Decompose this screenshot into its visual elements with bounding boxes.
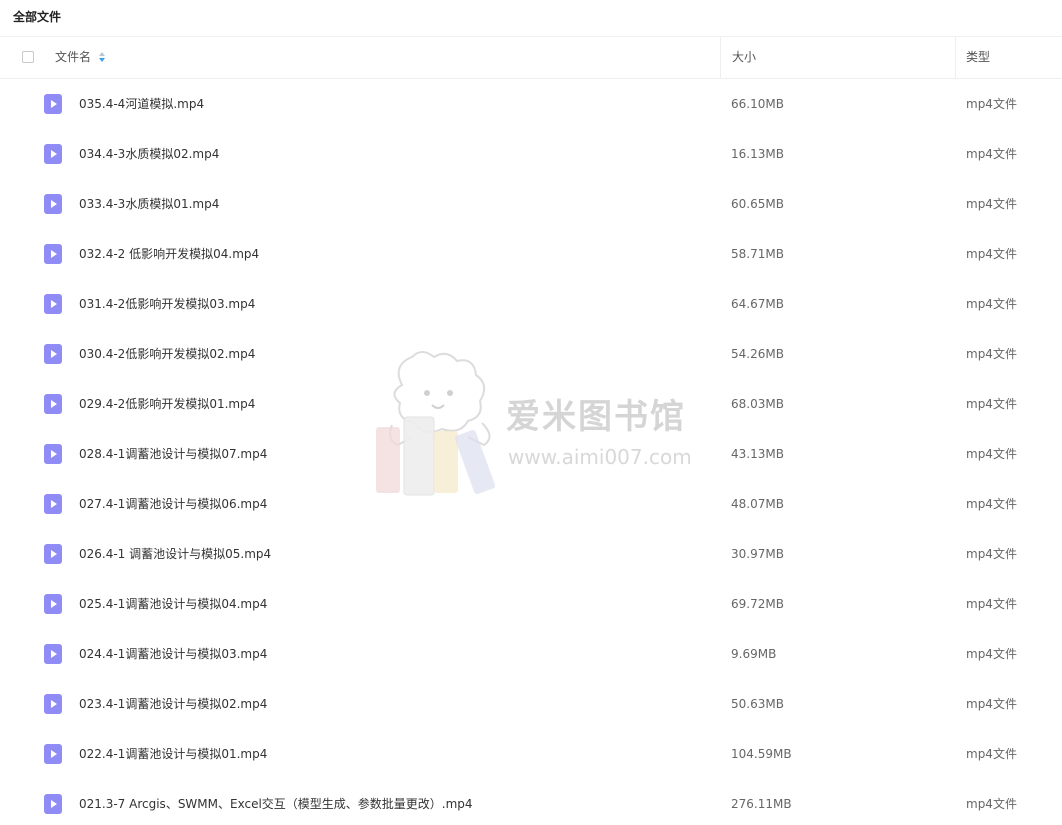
- file-list-page: 全部文件 文件名 大小 类型 035.4-4河道模拟.mp4 66.10MB m…: [0, 0, 1062, 825]
- file-type: mp4文件: [966, 797, 1017, 811]
- file-name[interactable]: 027.4-1调蓄池设计与模拟06.mp4: [79, 479, 267, 529]
- file-type: mp4文件: [966, 397, 1017, 411]
- video-file-icon: [44, 544, 62, 564]
- file-size: 69.72MB: [731, 597, 784, 611]
- table-row[interactable]: 021.3-7 Arcgis、SWMM、Excel交互（模型生成、参数批量更改）…: [0, 779, 1062, 825]
- file-name[interactable]: 024.4-1调蓄池设计与模拟03.mp4: [79, 629, 267, 679]
- table-row[interactable]: 025.4-1调蓄池设计与模拟04.mp4 69.72MB mp4文件: [0, 579, 1062, 629]
- file-name[interactable]: 030.4-2低影响开发模拟02.mp4: [79, 329, 255, 379]
- file-type: mp4文件: [966, 647, 1017, 661]
- file-name[interactable]: 032.4-2 低影响开发模拟04.mp4: [79, 229, 259, 279]
- video-file-icon: [44, 594, 62, 614]
- file-name[interactable]: 035.4-4河道模拟.mp4: [79, 79, 204, 129]
- table-row[interactable]: 035.4-4河道模拟.mp4 66.10MB mp4文件: [0, 79, 1062, 129]
- file-size: 68.03MB: [731, 397, 784, 411]
- file-name[interactable]: 028.4-1调蓄池设计与模拟07.mp4: [79, 429, 267, 479]
- file-type: mp4文件: [966, 697, 1017, 711]
- video-file-icon: [44, 494, 62, 514]
- file-size: 43.13MB: [731, 447, 784, 461]
- file-type: mp4文件: [966, 597, 1017, 611]
- video-file-icon: [44, 444, 62, 464]
- file-type: mp4文件: [966, 347, 1017, 361]
- table-row[interactable]: 031.4-2低影响开发模拟03.mp4 64.67MB mp4文件: [0, 279, 1062, 329]
- column-header-type-label: 类型: [966, 50, 991, 64]
- sort-icon[interactable]: [99, 51, 106, 62]
- file-list: 035.4-4河道模拟.mp4 66.10MB mp4文件 034.4-3水质模…: [0, 79, 1062, 825]
- column-header-type[interactable]: 类型: [955, 37, 1062, 78]
- file-size: 58.71MB: [731, 247, 784, 261]
- select-all-checkbox[interactable]: [22, 51, 34, 63]
- file-size: 54.26MB: [731, 347, 784, 361]
- video-file-icon: [44, 794, 62, 814]
- table-row[interactable]: 030.4-2低影响开发模拟02.mp4 54.26MB mp4文件: [0, 329, 1062, 379]
- file-name[interactable]: 026.4-1 调蓄池设计与模拟05.mp4: [79, 529, 271, 579]
- column-header-size-label: 大小: [732, 50, 757, 64]
- file-name[interactable]: 025.4-1调蓄池设计与模拟04.mp4: [79, 579, 267, 629]
- file-name[interactable]: 029.4-2低影响开发模拟01.mp4: [79, 379, 255, 429]
- file-name[interactable]: 023.4-1调蓄池设计与模拟02.mp4: [79, 679, 267, 729]
- video-file-icon: [44, 644, 62, 664]
- file-type: mp4文件: [966, 197, 1017, 211]
- table-row[interactable]: 034.4-3水质模拟02.mp4 16.13MB mp4文件: [0, 129, 1062, 179]
- table-row[interactable]: 033.4-3水质模拟01.mp4 60.65MB mp4文件: [0, 179, 1062, 229]
- video-file-icon: [44, 94, 62, 114]
- file-type: mp4文件: [966, 97, 1017, 111]
- file-name[interactable]: 031.4-2低影响开发模拟03.mp4: [79, 279, 255, 329]
- video-file-icon: [44, 294, 62, 314]
- breadcrumb-all-files[interactable]: 全部文件: [13, 10, 61, 24]
- table-row[interactable]: 024.4-1调蓄池设计与模拟03.mp4 9.69MB mp4文件: [0, 629, 1062, 679]
- file-size: 64.67MB: [731, 297, 784, 311]
- video-file-icon: [44, 244, 62, 264]
- file-size: 16.13MB: [731, 147, 784, 161]
- video-file-icon: [44, 144, 62, 164]
- video-file-icon: [44, 394, 62, 414]
- breadcrumb[interactable]: 全部文件: [0, 0, 1062, 37]
- video-file-icon: [44, 194, 62, 214]
- file-type: mp4文件: [966, 497, 1017, 511]
- file-name[interactable]: 033.4-3水质模拟01.mp4: [79, 179, 219, 229]
- table-header: 文件名 大小 类型: [0, 37, 1062, 79]
- column-header-size[interactable]: 大小: [720, 37, 956, 78]
- file-type: mp4文件: [966, 147, 1017, 161]
- video-file-icon: [44, 744, 62, 764]
- file-size: 30.97MB: [731, 547, 784, 561]
- file-type: mp4文件: [966, 747, 1017, 761]
- file-size: 50.63MB: [731, 697, 784, 711]
- file-type: mp4文件: [966, 297, 1017, 311]
- video-file-icon: [44, 344, 62, 364]
- file-name[interactable]: 021.3-7 Arcgis、SWMM、Excel交互（模型生成、参数批量更改）…: [79, 779, 473, 825]
- file-size: 48.07MB: [731, 497, 784, 511]
- table-row[interactable]: 026.4-1 调蓄池设计与模拟05.mp4 30.97MB mp4文件: [0, 529, 1062, 579]
- table-row[interactable]: 029.4-2低影响开发模拟01.mp4 68.03MB mp4文件: [0, 379, 1062, 429]
- table-row[interactable]: 023.4-1调蓄池设计与模拟02.mp4 50.63MB mp4文件: [0, 679, 1062, 729]
- file-type: mp4文件: [966, 547, 1017, 561]
- file-name[interactable]: 022.4-1调蓄池设计与模拟01.mp4: [79, 729, 267, 779]
- table-row[interactable]: 027.4-1调蓄池设计与模拟06.mp4 48.07MB mp4文件: [0, 479, 1062, 529]
- table-row[interactable]: 028.4-1调蓄池设计与模拟07.mp4 43.13MB mp4文件: [0, 429, 1062, 479]
- file-size: 276.11MB: [731, 797, 792, 811]
- file-size: 66.10MB: [731, 97, 784, 111]
- file-type: mp4文件: [966, 447, 1017, 461]
- file-size: 60.65MB: [731, 197, 784, 211]
- file-name[interactable]: 034.4-3水质模拟02.mp4: [79, 129, 219, 179]
- file-size: 9.69MB: [731, 647, 777, 661]
- video-file-icon: [44, 694, 62, 714]
- column-header-name[interactable]: 文件名: [55, 37, 106, 78]
- file-size: 104.59MB: [731, 747, 792, 761]
- table-row[interactable]: 032.4-2 低影响开发模拟04.mp4 58.71MB mp4文件: [0, 229, 1062, 279]
- table-row[interactable]: 022.4-1调蓄池设计与模拟01.mp4 104.59MB mp4文件: [0, 729, 1062, 779]
- file-type: mp4文件: [966, 247, 1017, 261]
- column-header-name-label: 文件名: [55, 50, 92, 64]
